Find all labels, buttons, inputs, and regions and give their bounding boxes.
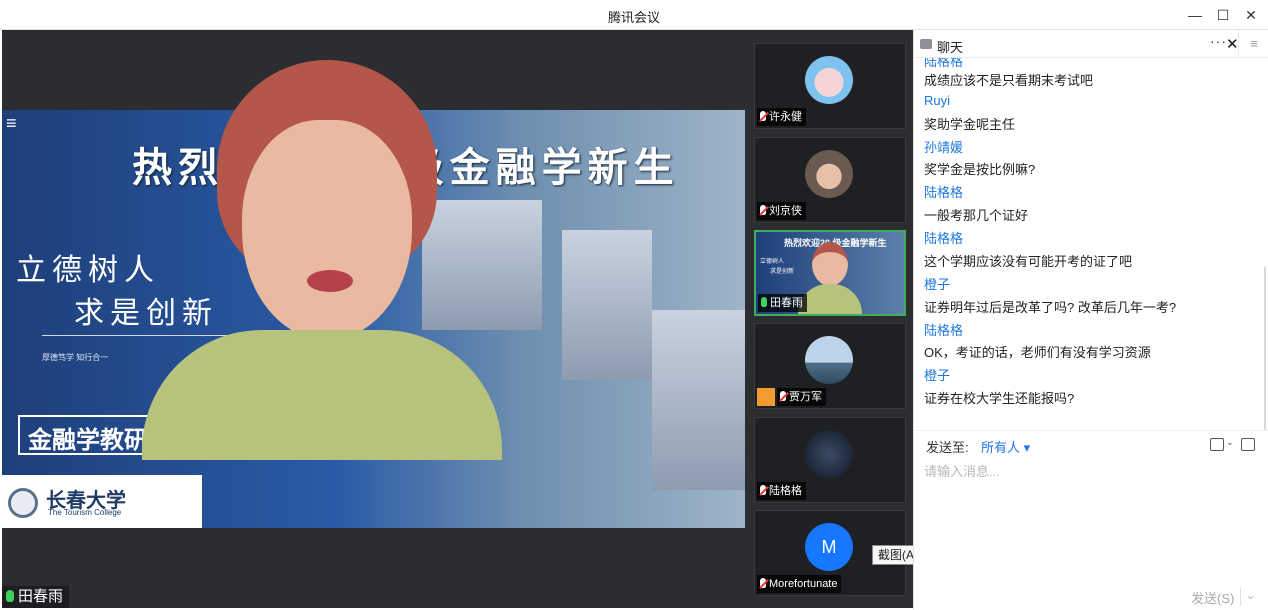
speaker-name: 田春雨 [18,588,64,605]
mic-active-icon [761,297,767,307]
participant-label: 田春雨 [758,294,807,312]
chevron-down-icon[interactable]: ⌄ [1226,437,1234,448]
speaker-face [242,120,412,340]
avatar [805,150,853,198]
participant-strip: 许永健 刘京侠 热烈欢迎20 级金融学新生 立德树人 求是创新 田春雨 贾万军 … [745,30,913,608]
participant-tile[interactable]: 贾万军 [754,323,906,409]
mic-muted-icon [760,485,766,495]
speaker-video [142,60,502,460]
avatar [805,430,853,478]
minimize-button[interactable]: — [1184,5,1206,25]
chat-panel: 聊天 ··· ✕ ≡ 陆格格 成绩应该不是只看期末考试吧 Ruyi 奖助学金呢主… [913,30,1268,610]
building-image [652,310,745,490]
participant-tile[interactable]: 刘京侠 [754,137,906,223]
main-video[interactable]: ≡ 热烈欢迎20 级金融学新生 立德树人 求是创新 厚德笃学 知行合一 金融学教… [2,30,745,608]
file-icon[interactable] [1210,438,1224,451]
building-image [562,230,652,380]
message-text: 奖学金是按比例嘛? [924,162,1036,177]
mic-active-icon [6,590,14,602]
title-bar: 腾讯会议 — ☐ ✕ [0,0,1268,30]
more-options-button[interactable]: ··· [1210,33,1227,49]
message-text: 奖助学金呢主任 [924,117,1016,132]
message-sender: 陆格格 [924,323,964,338]
message-text: 证券在校大学生还能报吗? [924,391,1075,406]
message-text: 成绩应该不是只看期末考试吧 [924,73,1094,88]
divider [1240,588,1241,606]
side-menu-icon[interactable]: ≡ [1238,30,1268,58]
recipient-dropdown[interactable]: 所有人 ▾ [981,437,1030,456]
participant-label: Morefortunate [757,575,842,593]
mic-muted-icon [760,205,766,215]
message-list[interactable]: 陆格格 成绩应该不是只看期末考试吧 Ruyi 奖助学金呢主任 孙靖媛 奖学金是按… [914,58,1266,430]
participant-tile[interactable]: 陆格格 [754,417,906,503]
participant-name: 刘京侠 [769,205,802,217]
message-sender: Ruyi [924,93,951,108]
school-subtitle: The Tourism College [48,508,122,517]
participant-tile[interactable]: 许永健 [754,43,906,129]
send-to-label: 发送至: [926,440,969,455]
send-button[interactable]: 发送(S) [1191,588,1234,607]
slide-small-text: 厚德笃学 知行合一 [42,353,109,362]
message-text: OK，考证的话，老师们有没有学习资源 [924,345,1151,360]
save-icon[interactable] [1241,438,1255,451]
participant-tile-active[interactable]: 热烈欢迎20 级金融学新生 立德树人 求是创新 田春雨 [754,230,906,316]
message-input[interactable]: 请输入消息... [924,461,1000,480]
slide-motto-1: 立德树人 [16,253,160,288]
participant-name: Morefortunate [769,578,838,590]
participant-name: 许永健 [769,111,802,123]
avatar [805,336,853,384]
speaker-name-badge: 田春雨 [2,586,70,608]
window-title: 腾讯会议 [607,10,660,25]
mic-muted-icon [760,111,766,121]
school-seal-icon [8,488,38,518]
screen-share-icon [757,388,775,406]
message-sender: 橙子 [924,277,951,292]
message-sender: 陆格格 [924,231,964,246]
menu-icon[interactable]: ≡ [6,114,17,132]
thumb-speaker-body [798,284,862,314]
message-text: 证券明年过后是改革了吗? 改革后几年一考? [924,300,1177,315]
send-options-dropdown[interactable]: ⌄ [1246,589,1255,602]
mic-muted-icon [760,578,766,588]
message-composer: 发送至: 所有人 ▾ ⌄ 请输入消息... 发送(S) ⌄ [914,430,1268,610]
chat-icon [920,39,932,49]
message-sender: 孙靖媛 [924,140,964,155]
close-window-button[interactable]: ✕ [1240,5,1262,25]
maximize-button[interactable]: ☐ [1212,5,1234,25]
chat-scrollbar[interactable] [1264,266,1266,430]
thumb-speaker-face [812,242,848,286]
thumb-motto-2: 求是创新 [770,269,795,275]
speaker-body [142,330,502,460]
close-chat-button[interactable]: ✕ [1226,35,1239,53]
chat-header: 聊天 ··· ✕ [914,30,1239,58]
thumb-motto-1: 立德树人 [760,259,785,265]
participant-label: 陆格格 [757,482,806,500]
message-sender: 陆格格 [924,58,964,69]
participant-label: 许永健 [757,108,806,126]
message-sender: 陆格格 [924,185,964,200]
message-text: 这个学期应该没有可能开考的证了吧 [924,254,1133,269]
mic-muted-icon [780,391,786,401]
message-sender: 橙子 [924,368,951,383]
participant-label: 刘京侠 [757,202,806,220]
participant-label: 贾万军 [777,388,826,406]
participant-name: 陆格格 [769,485,802,497]
speaker-mouth [307,270,353,292]
participant-name: 田春雨 [770,297,803,309]
chat-title: 聊天 [937,40,964,55]
avatar-initial: M [805,523,853,571]
avatar [805,56,853,104]
participant-name: 贾万军 [789,391,822,403]
message-text: 一般考那几个证好 [924,208,1029,223]
